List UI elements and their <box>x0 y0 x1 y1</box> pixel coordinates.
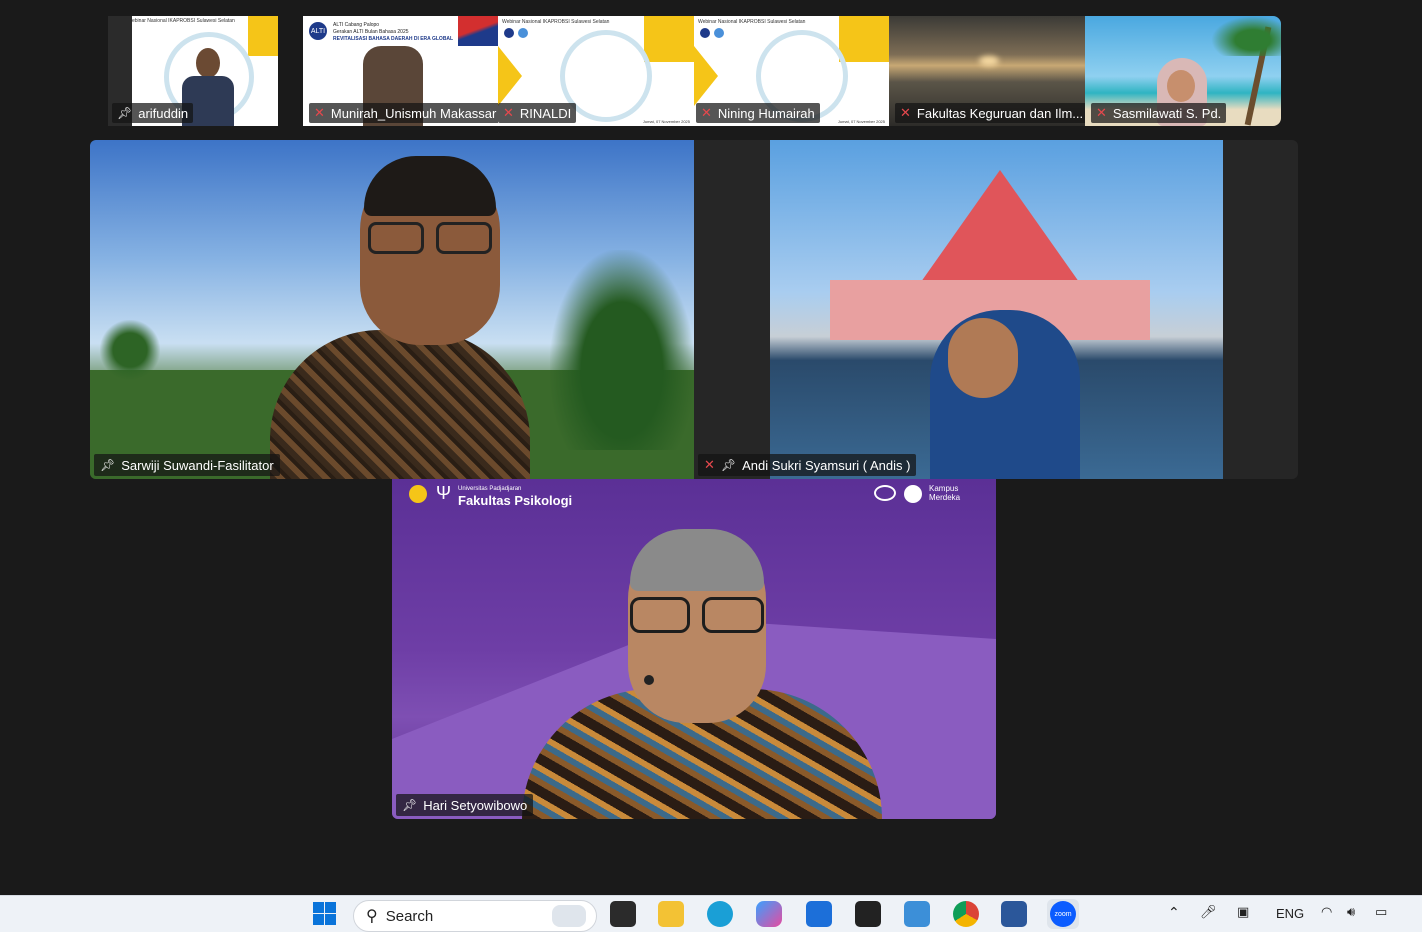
show-hidden-icons[interactable]: ⌃ <box>1168 904 1180 921</box>
file-explorer-icon[interactable] <box>658 901 684 927</box>
microsoft-store-icon[interactable] <box>806 901 832 927</box>
glasses-left <box>368 222 424 254</box>
muted-mic-icon: ✕ <box>704 457 715 472</box>
windows-taskbar: ⚲ Search zoom ⌃ 🎤︎ ▣ ENG ◠ 🔊︎ ▭ <box>0 895 1422 932</box>
edge-browser-icon[interactable] <box>707 901 733 927</box>
muted-mic-icon: ✕ <box>900 105 911 120</box>
chrome-icon[interactable] <box>953 901 979 927</box>
kampus-merdeka-logo: Kampus Merdeka <box>929 484 961 502</box>
psychology-icon: Ψ <box>436 483 452 503</box>
person-body <box>270 330 530 479</box>
notepad-icon[interactable] <box>904 901 930 927</box>
battery-icon[interactable]: ▭ <box>1375 904 1387 920</box>
participant-thumbnail[interactable]: ALTI ALTI Cabang Palopo Gerakan ALTI Bul… <box>303 16 498 126</box>
search-icon: ⚲ <box>366 908 378 925</box>
search-highlight-icon <box>552 905 586 927</box>
muted-mic-icon: ✕ <box>314 105 325 120</box>
participant-thumbnail[interactable]: ebinar Nasional IKAPROBSI Sulawesi Selat… <box>108 16 278 126</box>
participant-thumbnail[interactable]: ✕ Fakultas Keguruan dan Ilm... <box>889 16 1085 126</box>
participant-thumbnail[interactable]: Webinar Nasional IKAPROBSI Sulawesi Sela… <box>694 16 889 126</box>
pin-icon: 📌︎ <box>402 798 418 812</box>
participant-name-tag: 📌︎ arifuddin <box>112 103 194 123</box>
slide-header-text: ebinar Nasional IKAPROBSI Sulawesi Selat… <box>132 18 235 24</box>
participant-strip: ebinar Nasional IKAPROBSI Sulawesi Selat… <box>108 16 1281 126</box>
glasses-left <box>630 597 690 633</box>
headset-mic <box>644 675 654 685</box>
banner-university: Universitas Padjadjaran <box>458 486 522 492</box>
taskbar-search-box[interactable]: ⚲ Search <box>353 900 597 932</box>
sticky-notes-icon[interactable] <box>855 901 881 927</box>
participant-name-tag: ✕ 📌︎ Andi Sukri Syamsuri ( Andis ) <box>698 454 917 476</box>
pin-icon: 📌︎ <box>117 106 133 120</box>
university-logo <box>409 485 427 503</box>
zoom-meeting-window: ebinar Nasional IKAPROBSI Sulawesi Selat… <box>0 0 1422 895</box>
glasses-right <box>702 597 764 633</box>
banner-faculty: Fakultas Psikologi <box>458 493 573 508</box>
glasses-right <box>436 222 492 254</box>
wifi-icon[interactable]: ◠ <box>1321 904 1332 920</box>
pin-icon: 📌︎ <box>720 458 737 472</box>
pin-icon: 📌︎ <box>100 458 116 472</box>
participant-name-tag: ✕ RINALDI <box>498 103 577 123</box>
person-face <box>948 318 1018 398</box>
task-view-icon[interactable] <box>610 901 636 927</box>
muted-mic-icon: ✕ <box>701 105 712 120</box>
display-icon[interactable]: ▣ <box>1237 904 1249 920</box>
partner-logo <box>904 485 922 503</box>
participant-name-tag: 📌︎ Hari Setyowibowo <box>396 794 534 816</box>
windows-start-icon[interactable] <box>312 901 338 927</box>
participant-name-tag: 📌︎ Sarwiji Suwandi-Fasilitator <box>94 454 280 476</box>
zoom-app-icon[interactable]: zoom <box>1047 899 1079 929</box>
virtual-background <box>770 140 1223 479</box>
video-tile-sarwiji[interactable]: 📌︎ Sarwiji Suwandi-Fasilitator <box>90 140 694 479</box>
participant-name-tag: ✕ Sasmilawati S. Pd. <box>1091 103 1227 123</box>
copilot-icon[interactable] <box>756 901 782 927</box>
alti-logo: ALTI <box>309 22 327 40</box>
participant-thumbnail[interactable]: Webinar Nasional IKAPROBSI Sulawesi Sela… <box>498 16 694 126</box>
trees <box>550 250 694 450</box>
microphone-icon[interactable]: 🎤︎ <box>1200 904 1217 920</box>
volume-icon[interactable]: 🔊︎ <box>1347 904 1355 920</box>
partner-logo <box>874 485 896 501</box>
search-placeholder: Search <box>385 907 434 925</box>
muted-mic-icon: ✕ <box>503 105 514 120</box>
participant-name-tag: ✕ Nining Humairah <box>696 103 820 123</box>
sunset-glow <box>979 56 999 66</box>
participant-name-tag: ✕ Munirah_Unismuh Makassar <box>309 103 498 123</box>
language-indicator[interactable]: ENG <box>1276 906 1304 921</box>
muted-mic-icon: ✕ <box>1096 105 1107 120</box>
word-icon[interactable] <box>1001 901 1027 927</box>
participant-thumbnail[interactable]: ✕ Sasmilawati S. Pd. <box>1085 16 1281 126</box>
video-tile-hari[interactable]: Ψ Universitas Padjadjaran Fakultas Psiko… <box>392 479 996 819</box>
participant-name-tag: ✕ Fakultas Keguruan dan Ilm... <box>895 103 1085 123</box>
video-tile-andi[interactable]: ✕ 📌︎ Andi Sukri Syamsuri ( Andis ) <box>694 140 1298 479</box>
